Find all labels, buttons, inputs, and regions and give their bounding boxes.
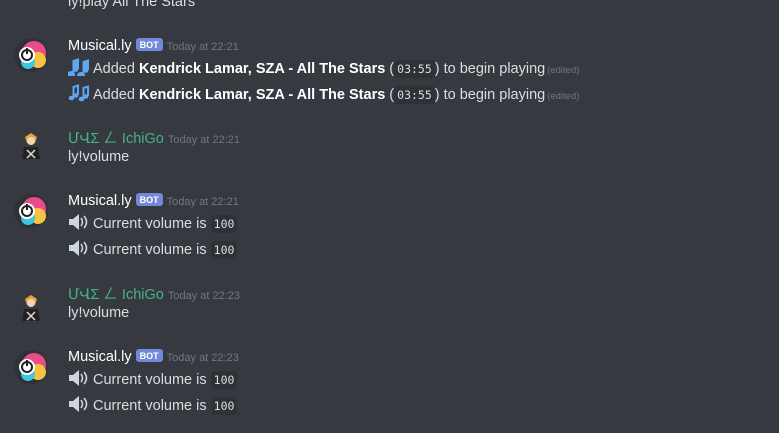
line-text: Current volume is [93,397,211,414]
author-name[interactable]: Musical.ly [68,193,132,209]
user-avatar[interactable] [14,128,48,162]
volume-value: 100 [210,396,238,415]
line-text: Current volume is [93,371,211,388]
timestamp[interactable]: Today at 22:21 [168,134,240,146]
bot-badge: BOT [135,193,163,206]
author-name[interactable]: Musical.ly [68,38,132,54]
message-text: ly!volume [68,149,130,165]
bot-badge: BOT [135,38,163,51]
line-text: ( [385,86,395,103]
author-name[interactable]: ՄՎΣ ㄥ IchiGo [68,131,164,147]
message-text: ly!volume [68,305,130,321]
author-name[interactable]: Musical.ly [68,349,132,365]
speaker-high-volume-icon [68,213,90,235]
speaker-high-volume-icon [68,369,90,391]
musical-notes-icon [67,58,90,80]
message-line: Added Kendrick Lamar, SZA - All The Star… [68,84,579,106]
message-line: Current volume is 100 [68,213,238,235]
timestamp[interactable]: Today at 22:21 [167,196,239,208]
edited-label: (edited) [547,64,580,76]
line-text: Current volume is [93,215,211,232]
message-line: Added Kendrick Lamar, SZA - All The Star… [67,58,580,80]
timestamp[interactable]: Today at 22:21 [167,41,239,53]
volume-value: 100 [210,370,238,389]
volume-value: 100 [210,240,238,259]
duration-code: 03:55 [394,85,435,104]
bot-badge: BOT [135,349,163,362]
user-avatar[interactable] [14,290,48,324]
duration-code: 03:55 [394,59,435,78]
line-text: ) to begin playing [434,60,546,77]
line-text: Current volume is [93,241,211,258]
bot-avatar[interactable] [14,38,48,72]
message-line: Current volume is 100 [68,395,238,417]
timestamp[interactable]: Today at 22:23 [167,352,239,364]
line-text: Added [93,86,139,103]
song-title: Kendrick Lamar, SZA - All The Stars [138,60,386,77]
message-line: Current volume is 100 [68,369,238,391]
line-text: Added [93,60,139,77]
line-text: ) to begin playing [434,86,546,103]
volume-value: 100 [210,214,238,233]
author-name[interactable]: ՄՎΣ ㄥ IchiGo [68,287,164,303]
message-line: Current volume is 100 [68,239,238,261]
speaker-high-volume-icon [68,395,90,417]
previous-message-text: ly!play All The Stars [68,0,196,10]
bot-avatar[interactable] [14,350,48,384]
edited-label: (edited) [547,90,580,102]
song-title: Kendrick Lamar, SZA - All The Stars [138,86,386,103]
line-text: ( [385,60,395,77]
timestamp[interactable]: Today at 22:23 [168,290,240,302]
bot-avatar[interactable] [14,194,48,228]
musical-notes-icon [68,84,90,106]
speaker-high-volume-icon [68,239,90,261]
